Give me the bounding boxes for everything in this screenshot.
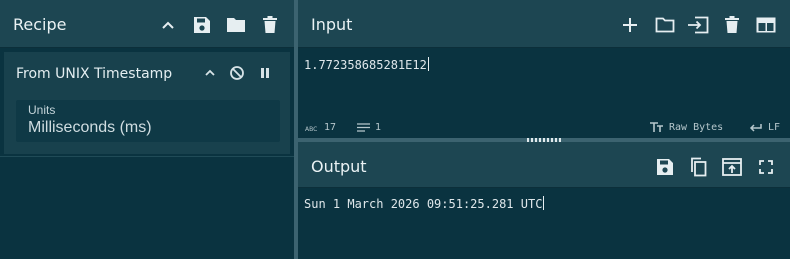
- save-icon[interactable]: [654, 156, 676, 178]
- output-header: Output: [298, 142, 790, 188]
- save-icon[interactable]: [191, 14, 213, 36]
- output-panel: Output Sun 1 March 2026 09:51:25.281 UTC: [298, 142, 790, 259]
- chevron-up-icon[interactable]: [157, 14, 179, 36]
- pause-icon[interactable]: [256, 64, 274, 82]
- trash-icon[interactable]: [259, 14, 281, 36]
- plus-icon[interactable]: [619, 14, 641, 36]
- line-count-value: 1: [375, 122, 382, 133]
- folder-icon[interactable]: [225, 14, 247, 36]
- input-statusbar: ABC 17 1 Raw Bytes LF: [298, 116, 790, 138]
- eol-label: LF: [768, 122, 781, 133]
- encoding-button[interactable]: Raw Bytes: [650, 122, 723, 133]
- recipe-panel: Recipe From UNIX Timestamp Units Millise…: [0, 0, 294, 259]
- operation-name: From UNIX Timestamp: [16, 66, 173, 82]
- disable-icon[interactable]: [228, 64, 246, 82]
- recipe-operation[interactable]: From UNIX Timestamp Units Milliseconds (…: [4, 52, 290, 154]
- encoding-label: Raw Bytes: [669, 122, 724, 133]
- char-count-value: 17: [324, 122, 337, 133]
- output-title: Output: [311, 157, 367, 176]
- abc-icon: ABC: [305, 126, 317, 132]
- load-icon[interactable]: [687, 14, 709, 36]
- folder-icon[interactable]: [654, 14, 676, 36]
- svg-text:ABC: ABC: [305, 126, 317, 132]
- replace-input-icon[interactable]: [721, 156, 743, 178]
- return-icon: [749, 123, 762, 132]
- line-count: 1: [357, 122, 381, 133]
- layout-icon[interactable]: [755, 14, 777, 36]
- copy-icon[interactable]: [687, 156, 709, 178]
- lines-icon: [357, 123, 370, 132]
- input-text: 1.772358685281E12: [304, 58, 427, 72]
- char-count: ABC 17: [305, 122, 336, 133]
- units-value: Milliseconds (ms): [28, 119, 152, 136]
- recipe-divider: [0, 156, 294, 157]
- input-textarea[interactable]: 1.772358685281E12: [304, 57, 429, 72]
- text-caret: [427, 57, 429, 71]
- input-header: Input: [298, 0, 790, 48]
- text-caret: [543, 196, 545, 210]
- units-field[interactable]: Units Milliseconds (ms): [16, 100, 280, 142]
- maximize-icon[interactable]: [755, 156, 777, 178]
- trash-icon[interactable]: [721, 14, 743, 36]
- chevron-up-icon[interactable]: [201, 64, 219, 82]
- input-panel: Input 1.772358685281E12 ABC 17 1 Raw Byt…: [298, 0, 790, 138]
- text-format-icon: [650, 122, 663, 132]
- output-textarea[interactable]: Sun 1 March 2026 09:51:25.281 UTC: [304, 196, 545, 211]
- eol-button[interactable]: LF: [749, 122, 780, 133]
- output-text: Sun 1 March 2026 09:51:25.281 UTC: [304, 197, 543, 211]
- recipe-title: Recipe: [13, 15, 67, 34]
- units-label: Units: [28, 103, 56, 117]
- recipe-header: Recipe: [0, 0, 294, 48]
- input-title: Input: [311, 15, 353, 34]
